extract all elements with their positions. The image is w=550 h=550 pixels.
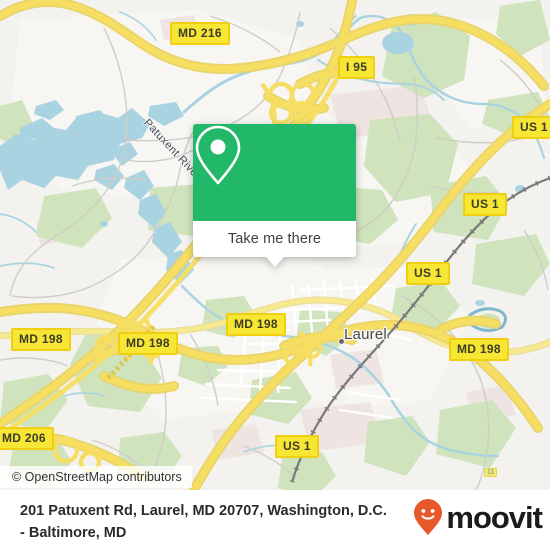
map-canvas[interactable]: MD 216 I 95 US 1 US 1 US 1 MD 198 MD 198… xyxy=(0,0,550,490)
moovit-brand[interactable]: moovit xyxy=(413,498,543,536)
road-shield-md198-c[interactable]: MD 198 xyxy=(226,313,286,336)
road-shield-us1-e[interactable]: US 1 xyxy=(463,193,507,216)
place-dot-laurel xyxy=(338,338,345,345)
road-shield-md206[interactable]: MD 206 xyxy=(0,427,54,450)
road-shield-md198-w[interactable]: MD 198 xyxy=(118,332,178,355)
address-line-1: 201 Patuxent Rd, Laurel, MD 20707, Washi… xyxy=(20,503,387,519)
screenshot-root: MD 216 I 95 US 1 US 1 US 1 MD 198 MD 198… xyxy=(0,0,550,550)
road-shield-md198-e[interactable]: MD 198 xyxy=(449,338,509,361)
road-shield-md216[interactable]: MD 216 xyxy=(170,22,230,45)
moovit-wordmark: moovit xyxy=(446,499,543,535)
location-popup[interactable]: Take me there xyxy=(193,124,356,267)
road-shield-i95[interactable]: I 95 xyxy=(338,56,376,79)
road-shield-us1-s[interactable]: US 1 xyxy=(275,435,319,458)
osm-attribution[interactable]: © OpenStreetMap contributors xyxy=(0,466,192,488)
popup-image-panel xyxy=(193,124,356,221)
moovit-pin-icon xyxy=(414,499,443,535)
address-line-2: - Baltimore, MD xyxy=(20,525,127,541)
road-shield-us1-ne[interactable]: US 1 xyxy=(512,116,550,139)
road-shield-us1-c[interactable]: US 1 xyxy=(406,262,450,285)
map-pin-icon xyxy=(195,125,241,185)
popup-tail xyxy=(265,257,284,267)
road-shield-minor-11[interactable]: 11 xyxy=(484,468,498,477)
place-label-laurel: Laurel xyxy=(344,326,387,343)
address-caption: 201 Patuxent Rd, Laurel, MD 20707, Washi… xyxy=(20,500,420,544)
road-shield-md198-ww[interactable]: MD 198 xyxy=(11,328,71,351)
take-me-there-button[interactable]: Take me there xyxy=(193,221,356,257)
